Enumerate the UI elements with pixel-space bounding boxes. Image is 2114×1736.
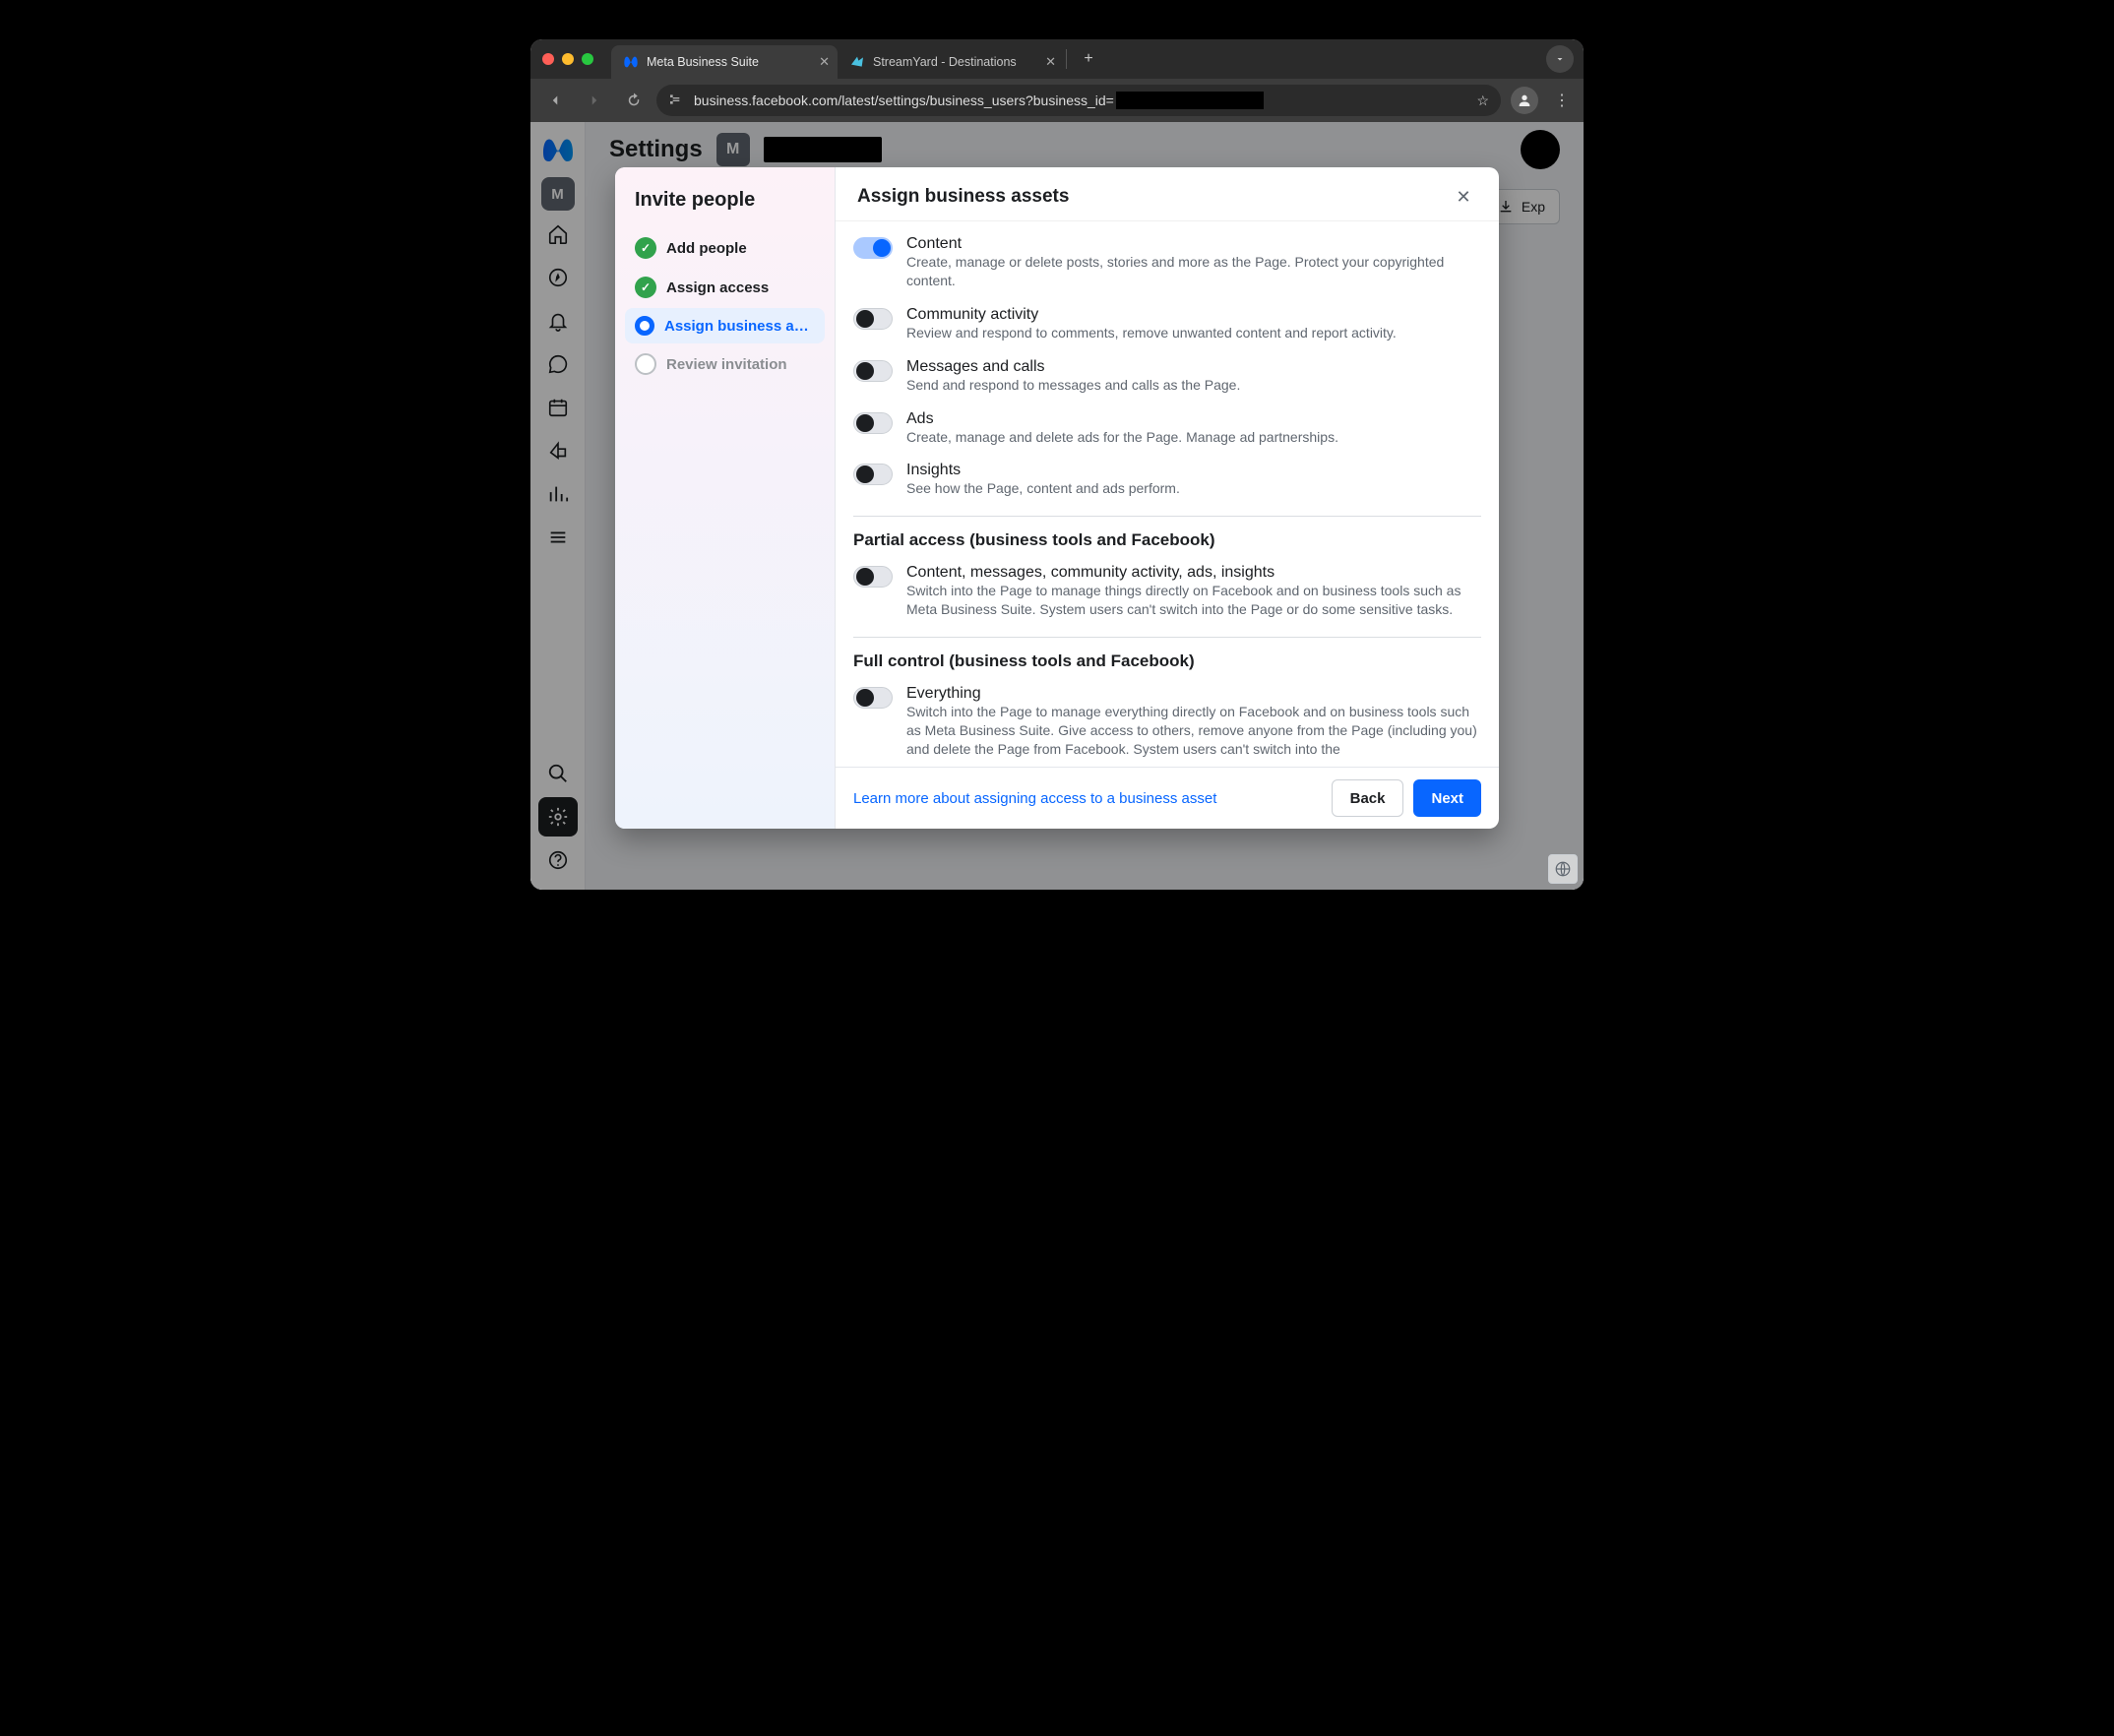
toolbar: business.facebook.com/latest/settings/bu… <box>530 79 1584 122</box>
tab-strip: Meta Business Suite ✕ StreamYard - Desti… <box>530 39 1584 79</box>
modal-body[interactable]: ContentCreate, manage or delete posts, s… <box>836 220 1499 767</box>
modal-header: Assign business assets ✕ <box>836 167 1499 220</box>
close-tab-icon[interactable]: ✕ <box>1045 54 1056 70</box>
browser-menu-button[interactable]: ⋮ <box>1548 87 1576 114</box>
profile-button[interactable] <box>1511 87 1538 114</box>
current-step-icon <box>635 316 654 336</box>
browser-window: Meta Business Suite ✕ StreamYard - Desti… <box>530 39 1584 890</box>
permission-desc: Switch into the Page to manage things di… <box>906 582 1481 619</box>
browser-chrome: Meta Business Suite ✕ StreamYard - Desti… <box>530 39 1584 122</box>
step-2[interactable]: Assign business a… <box>625 308 825 343</box>
divider <box>853 637 1481 638</box>
permission-community: Community activityReview and respond to … <box>853 298 1481 350</box>
meta-favicon <box>623 54 639 70</box>
toggle-messages[interactable] <box>853 360 893 382</box>
divider <box>853 516 1481 517</box>
tabs-dropdown-button[interactable] <box>1546 45 1574 73</box>
window-controls[interactable] <box>542 53 611 65</box>
toggle-content[interactable] <box>853 237 893 259</box>
step-label: Review invitation <box>666 356 787 373</box>
address-bar[interactable]: business.facebook.com/latest/settings/bu… <box>656 85 1501 116</box>
modal-sidebar-title: Invite people <box>625 183 825 229</box>
pending-step-icon <box>635 353 656 375</box>
permission-title: Messages and calls <box>906 358 1481 376</box>
globe-icon[interactable] <box>1548 854 1578 884</box>
permission-title: Insights <box>906 462 1481 479</box>
permission-messages: Messages and callsSend and respond to me… <box>853 350 1481 403</box>
next-button[interactable]: Next <box>1413 779 1481 817</box>
permission-full: EverythingSwitch into the Page to manage… <box>853 677 1481 767</box>
permission-desc: Switch into the Page to manage everythin… <box>906 703 1481 759</box>
step-label: Assign business a… <box>664 318 809 335</box>
close-window-button[interactable] <box>542 53 554 65</box>
back-button[interactable] <box>538 84 572 117</box>
permission-desc: Create, manage and delete ads for the Pa… <box>906 428 1481 447</box>
permission-title: Content, messages, community activity, a… <box>906 564 1481 582</box>
permission-title: Community activity <box>906 306 1481 324</box>
step-label: Assign access <box>666 279 769 296</box>
permission-content: ContentCreate, manage or delete posts, s… <box>853 227 1481 298</box>
close-modal-button[interactable]: ✕ <box>1450 183 1477 211</box>
url-text: business.facebook.com/latest/settings/bu… <box>694 92 1466 109</box>
redacted-id <box>1116 92 1264 109</box>
bookmark-icon[interactable]: ☆ <box>1476 93 1489 109</box>
permission-desc: Create, manage or delete posts, stories … <box>906 253 1481 290</box>
forward-button[interactable] <box>578 84 611 117</box>
new-tab-button[interactable]: + <box>1075 45 1102 73</box>
tab-title: StreamYard - Destinations <box>873 55 1017 69</box>
modal-title: Assign business assets <box>857 186 1069 208</box>
step-label: Add people <box>666 240 747 257</box>
permission-desc: Review and respond to comments, remove u… <box>906 324 1481 342</box>
toggle-ads[interactable] <box>853 412 893 434</box>
reload-button[interactable] <box>617 84 651 117</box>
modal-footer: Learn more about assigning access to a b… <box>836 767 1499 829</box>
modal-steps-sidebar: Invite people ✓ Add people ✓ Assign access A… <box>615 167 836 829</box>
step-3[interactable]: Review invitation <box>625 345 825 383</box>
tab-separator <box>1066 49 1067 69</box>
minimize-window-button[interactable] <box>562 53 574 65</box>
check-icon: ✓ <box>635 237 656 259</box>
permission-title: Everything <box>906 685 1481 703</box>
permission-title: Ads <box>906 410 1481 428</box>
toggle-partial[interactable] <box>853 566 893 588</box>
site-info-icon[interactable] <box>668 92 684 110</box>
invite-people-modal: Invite people ✓ Add people ✓ Assign access A… <box>615 167 1499 829</box>
toggle-full[interactable] <box>853 687 893 709</box>
step-1[interactable]: ✓ Assign access <box>625 269 825 306</box>
maximize-window-button[interactable] <box>582 53 593 65</box>
toggle-insights[interactable] <box>853 464 893 485</box>
permission-title: Content <box>906 235 1481 253</box>
modal-main: Assign business assets ✕ ContentCreate, … <box>836 167 1499 829</box>
back-button[interactable]: Back <box>1332 779 1404 817</box>
tab-streamyard[interactable]: StreamYard - Destinations ✕ <box>838 45 1064 79</box>
toggle-community[interactable] <box>853 308 893 330</box>
permission-ads: AdsCreate, manage and delete ads for the… <box>853 403 1481 455</box>
permission-desc: See how the Page, content and ads perfor… <box>906 479 1481 498</box>
streamyard-favicon <box>849 54 865 70</box>
check-icon: ✓ <box>635 277 656 298</box>
tab-title: Meta Business Suite <box>647 55 759 69</box>
permission-insights: InsightsSee how the Page, content and ad… <box>853 454 1481 506</box>
close-tab-icon[interactable]: ✕ <box>819 54 830 70</box>
permission-desc: Send and respond to messages and calls a… <box>906 376 1481 395</box>
tab-meta-business-suite[interactable]: Meta Business Suite ✕ <box>611 45 838 79</box>
section-title: Full control (business tools and Faceboo… <box>853 651 1481 677</box>
page-content: M <box>530 122 1584 890</box>
learn-more-link[interactable]: Learn more about assigning access to a b… <box>853 790 1322 807</box>
section-title: Partial access (business tools and Faceb… <box>853 530 1481 556</box>
step-0[interactable]: ✓ Add people <box>625 229 825 267</box>
permission-partial: Content, messages, community activity, a… <box>853 556 1481 627</box>
